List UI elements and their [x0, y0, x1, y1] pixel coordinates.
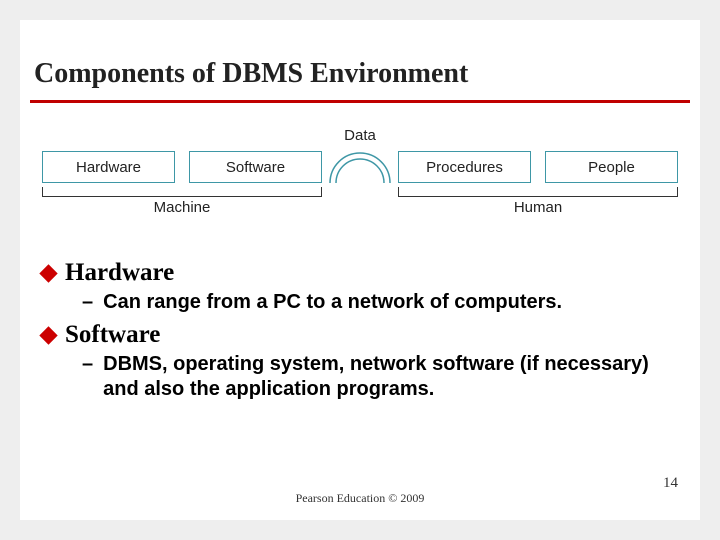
- bracket-row: Machine Human: [42, 187, 678, 227]
- diamond-bullet-icon: [39, 264, 57, 282]
- dash-icon: –: [82, 290, 93, 315]
- slide: Components of DBMS Environment Data Hard…: [20, 20, 700, 520]
- bracket-right: [398, 187, 678, 197]
- diagram-box-procedures: Procedures: [398, 151, 531, 183]
- sub-bullet-text: DBMS, operating system, network software…: [103, 352, 680, 402]
- page-number: 14: [663, 475, 678, 492]
- diagram-gap: [336, 151, 384, 183]
- diagram-boxes: Hardware Software Procedures People: [42, 151, 678, 183]
- dash-icon: –: [82, 352, 93, 402]
- bullet-software: Software: [40, 321, 680, 349]
- slide-title: Components of DBMS Environment: [34, 58, 686, 90]
- dbms-diagram: Data Hardware Software Procedures People…: [42, 125, 678, 235]
- data-label: Data: [342, 127, 378, 144]
- bullet-heading: Hardware: [65, 259, 174, 287]
- bullet-hardware: Hardware: [40, 259, 680, 287]
- diagram-box-people: People: [545, 151, 678, 183]
- title-area: Components of DBMS Environment: [20, 20, 700, 96]
- footer: Pearson Education © 2009: [20, 491, 700, 506]
- bracket-left-label: Machine: [42, 199, 322, 216]
- sub-bullet: – Can range from a PC to a network of co…: [82, 290, 680, 315]
- sub-bullet: – DBMS, operating system, network softwa…: [82, 352, 680, 402]
- diagram-box-software: Software: [189, 151, 322, 183]
- bullet-heading: Software: [65, 321, 160, 349]
- diamond-bullet-icon: [39, 326, 57, 344]
- diagram-box-hardware: Hardware: [42, 151, 175, 183]
- bracket-right-label: Human: [398, 199, 678, 216]
- sub-bullet-text: Can range from a PC to a network of comp…: [103, 290, 562, 315]
- content: Hardware – Can range from a PC to a netw…: [20, 235, 700, 402]
- bracket-left: [42, 187, 322, 197]
- title-rule: [30, 100, 690, 103]
